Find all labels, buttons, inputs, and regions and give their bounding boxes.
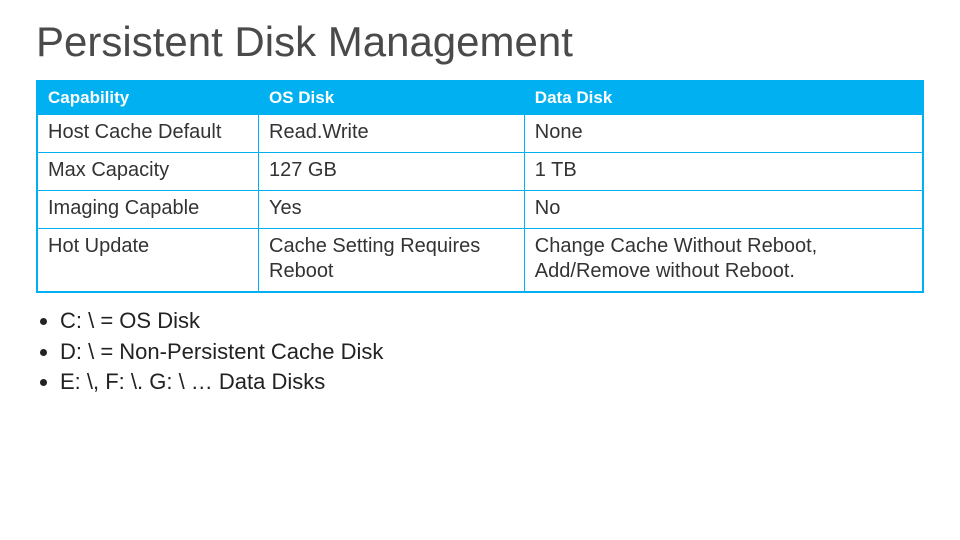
page-title: Persistent Disk Management — [36, 18, 924, 66]
cell-capability: Host Cache Default — [37, 115, 259, 153]
cell-os: Read.Write — [259, 115, 525, 153]
cell-data: No — [524, 191, 923, 229]
cell-capability: Max Capacity — [37, 153, 259, 191]
cell-os: 127 GB — [259, 153, 525, 191]
cell-data: None — [524, 115, 923, 153]
table-row: Hot Update Cache Setting Requires Reboot… — [37, 229, 923, 293]
slide: Persistent Disk Management Capability OS… — [0, 0, 960, 397]
table-row: Max Capacity 127 GB 1 TB — [37, 153, 923, 191]
col-data-disk: Data Disk — [524, 81, 923, 115]
capability-table: Capability OS Disk Data Disk Host Cache … — [36, 80, 924, 293]
notes-list: C: \ = OS Disk D: \ = Non-Persistent Cac… — [60, 307, 924, 397]
table-row: Imaging Capable Yes No — [37, 191, 923, 229]
cell-capability: Hot Update — [37, 229, 259, 293]
col-capability: Capability — [37, 81, 259, 115]
table-header-row: Capability OS Disk Data Disk — [37, 81, 923, 115]
cell-os: Cache Setting Requires Reboot — [259, 229, 525, 293]
cell-capability: Imaging Capable — [37, 191, 259, 229]
cell-data: 1 TB — [524, 153, 923, 191]
cell-os: Yes — [259, 191, 525, 229]
list-item: E: \, F: \. G: \ … Data Disks — [60, 368, 924, 397]
cell-data: Change Cache Without Reboot, Add/Remove … — [524, 229, 923, 293]
list-item: C: \ = OS Disk — [60, 307, 924, 336]
col-os-disk: OS Disk — [259, 81, 525, 115]
table-row: Host Cache Default Read.Write None — [37, 115, 923, 153]
list-item: D: \ = Non-Persistent Cache Disk — [60, 338, 924, 367]
